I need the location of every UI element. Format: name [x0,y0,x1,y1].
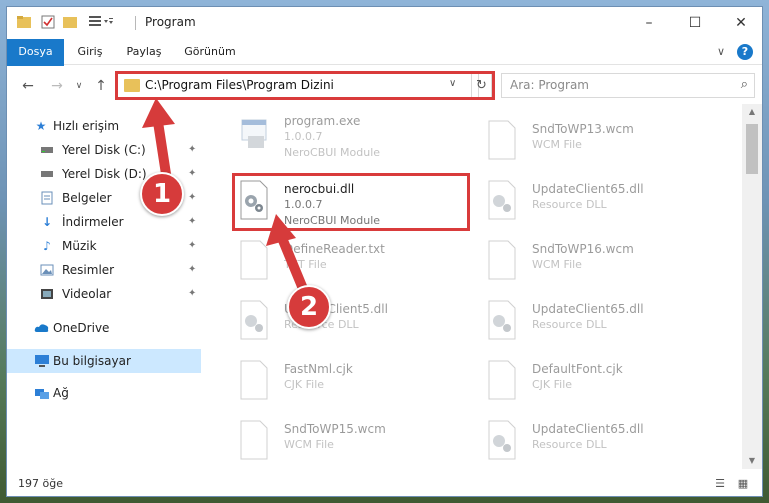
callout-arrows [142,98,311,301]
callout-step-1: 1 [140,172,184,216]
callout-step-2: 2 [287,285,331,329]
